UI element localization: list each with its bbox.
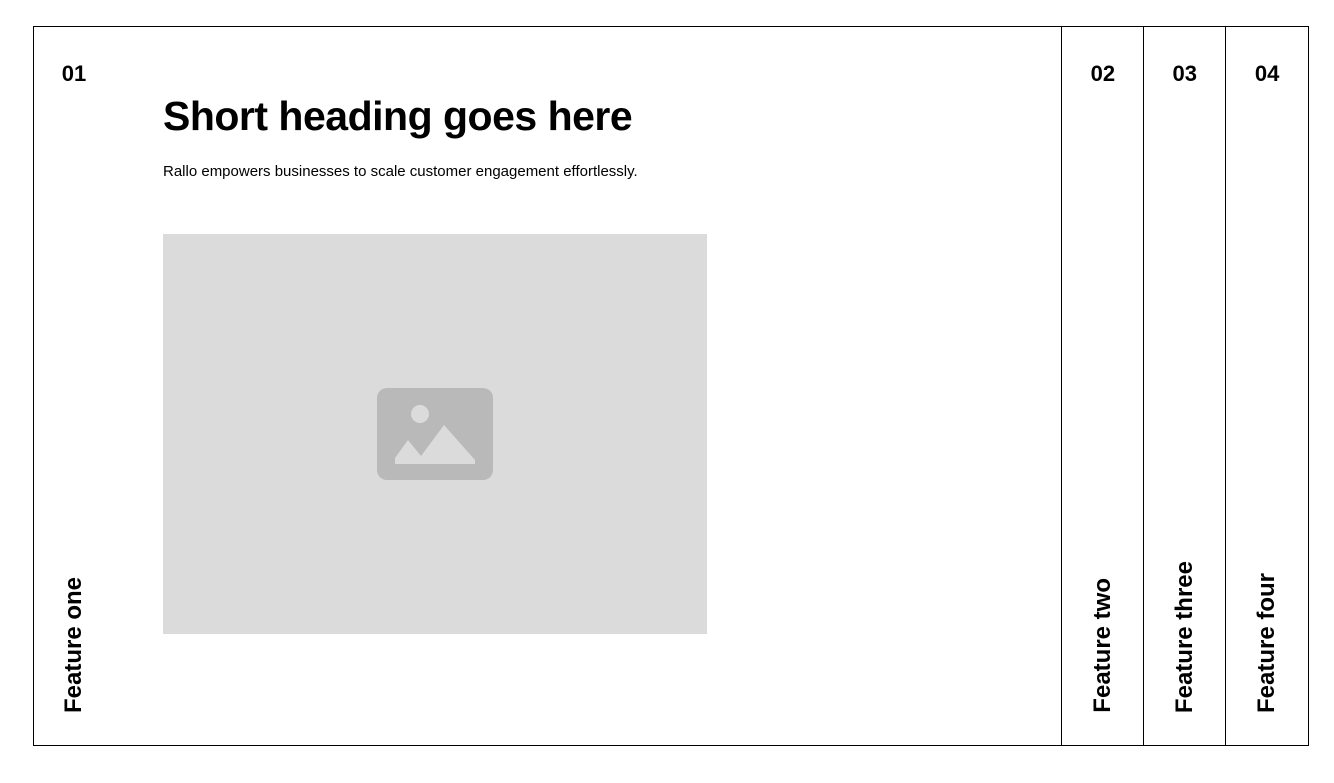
feature-tab-label: Feature two [1088, 578, 1116, 713]
feature-panel-four[interactable]: 04 Feature four [1226, 27, 1308, 745]
feature-image [163, 234, 707, 634]
feature-panel-two[interactable]: 02 Feature two [1062, 27, 1145, 745]
feature-number: 01 [61, 61, 87, 86]
feature-description: Rallo empowers businesses to scale custo… [163, 163, 638, 180]
feature-heading: Short heading goes here [163, 93, 633, 139]
feature-number: 03 [1172, 61, 1197, 86]
feature-panel-one: 01 Feature one Short heading goes here R… [34, 27, 1063, 745]
feature-panel-three[interactable]: 03 Feature three [1144, 27, 1227, 745]
feature-tab-label[interactable]: Feature one [60, 577, 88, 713]
feature-tab-label: Feature three [1170, 560, 1198, 713]
image-placeholder-icon [377, 388, 493, 480]
feature-tab-label: Feature four [1253, 572, 1281, 713]
feature-number: 04 [1254, 61, 1280, 86]
feature-number: 02 [1090, 61, 1116, 86]
feature-content: Short heading goes here Rallo empowers b… [163, 93, 638, 182]
feature-accordion: 01 Feature one Short heading goes here R… [33, 26, 1309, 746]
